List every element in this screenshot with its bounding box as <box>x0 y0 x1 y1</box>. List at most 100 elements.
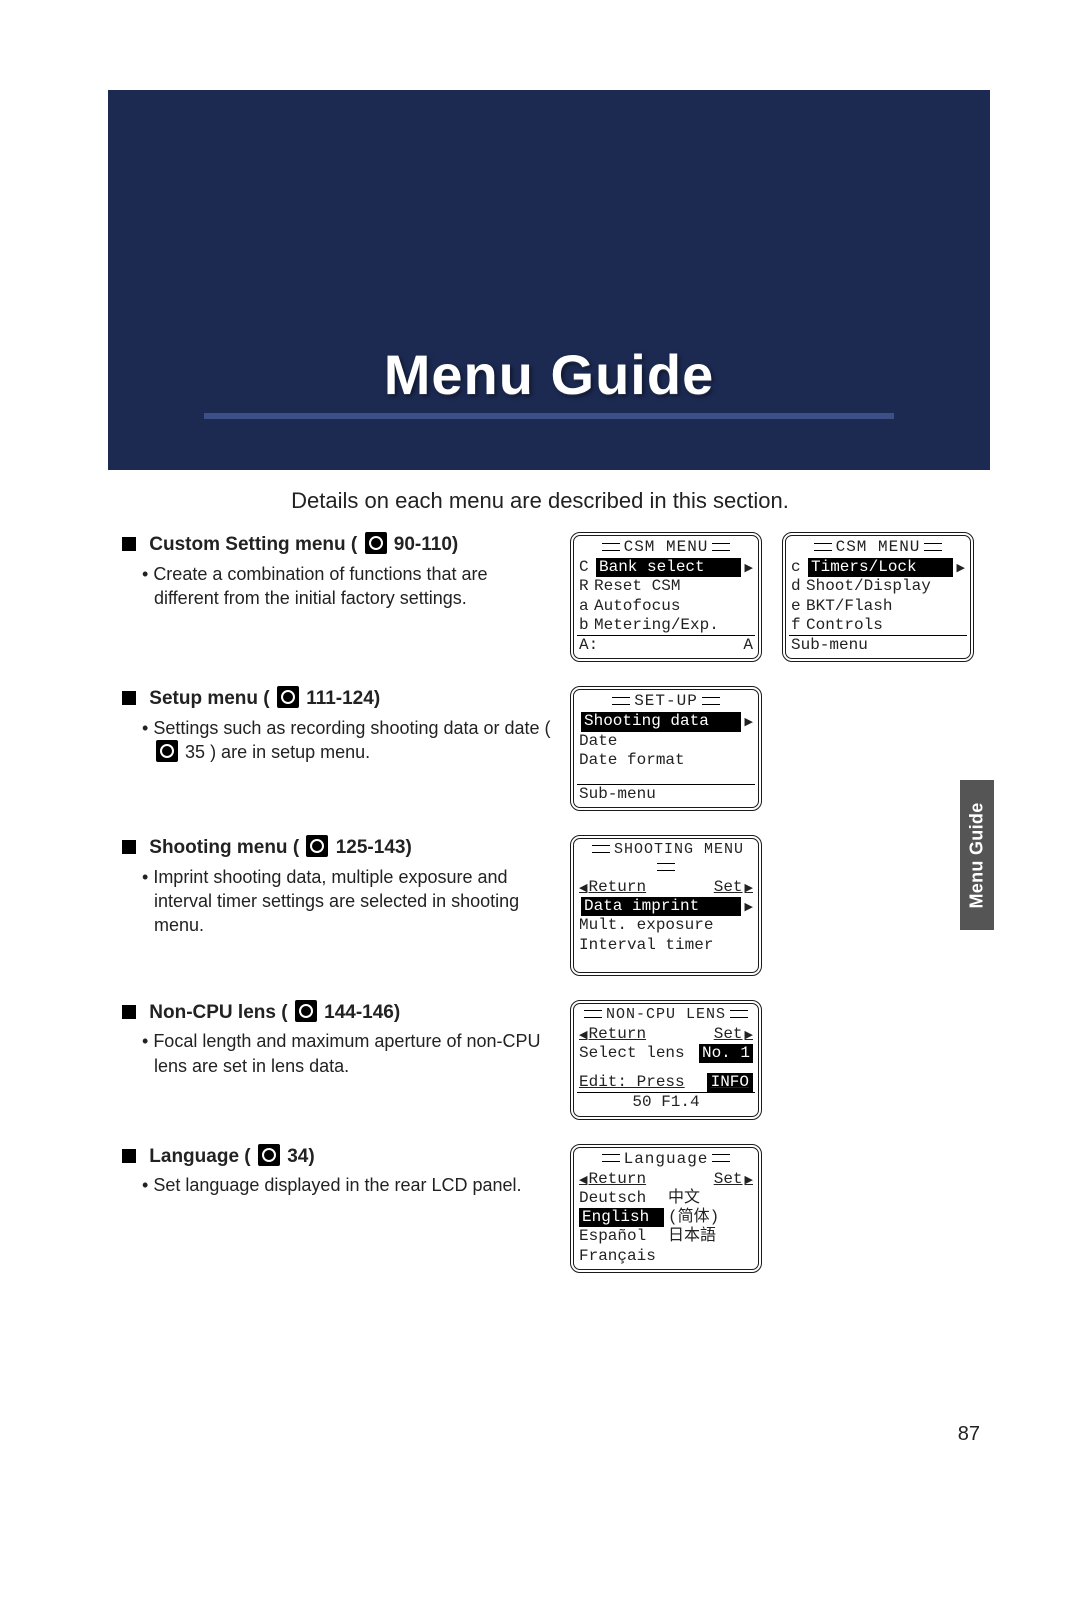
lang-chinese[interactable]: 中文 <box>666 1189 755 1208</box>
text: Custom Setting menu ( <box>149 534 357 555</box>
return-row[interactable]: Return Set <box>577 878 755 897</box>
screen-title: CSM MENU <box>789 538 967 557</box>
menu-item-controls[interactable]: f Controls <box>789 616 967 635</box>
page-ref: 90-110) <box>394 534 458 555</box>
camera-page-icon <box>306 835 328 857</box>
setup-screens: SET-UP Shooting data Date Date format Su… <box>570 686 984 811</box>
menu-item-select-lens[interactable]: Select lens No. 1 <box>577 1044 755 1063</box>
side-tab-label: Menu Guide <box>967 802 988 908</box>
shooting-desc: Imprint shooting data, multiple exposure… <box>142 865 552 938</box>
text: Language ( <box>149 1146 250 1167</box>
lang-chinese-simplified[interactable]: (简体) <box>666 1208 755 1227</box>
return-row[interactable]: Return Set <box>577 1170 755 1189</box>
chevron-right-icon <box>955 558 965 577</box>
menu-item-date-format[interactable]: Date format <box>577 751 755 770</box>
setup-heading: Setup menu ( 111-124) <box>122 686 552 712</box>
page-ref: 125-143) <box>336 837 412 858</box>
lang-japanese[interactable]: 日本語 <box>666 1227 755 1246</box>
page-number: 87 <box>958 1423 980 1446</box>
screen-footer: A: A <box>577 635 755 655</box>
camera-page-icon <box>156 740 178 762</box>
menu-item-timers-lock[interactable]: c Timers/Lock <box>789 558 967 577</box>
text: Setup menu ( <box>149 688 269 709</box>
noncpu-screens: NON-CPU LENS Return Set Select lens No. … <box>570 1000 984 1120</box>
shooting-screens: SHOOTING MENU Return Set Data imprint Mu… <box>570 835 984 976</box>
screen-footer: Sub-menu <box>577 784 755 804</box>
side-tab: Menu Guide <box>960 780 994 930</box>
setup-desc: Settings such as recording shooting data… <box>142 716 552 765</box>
chevron-right-icon <box>743 712 753 731</box>
section-custom: Custom Setting menu ( 90-110) Create a c… <box>122 532 552 662</box>
bullet-square-icon <box>122 691 136 705</box>
chevron-right-icon <box>743 897 753 916</box>
setup-screen: SET-UP Shooting data Date Date format Su… <box>570 686 762 811</box>
noncpu-desc: Focal length and maximum aperture of non… <box>142 1029 552 1078</box>
hero-underline <box>204 413 894 419</box>
section-setup: Setup menu ( 111-124) Settings such as r… <box>122 686 552 811</box>
custom-heading: Custom Setting menu ( 90-110) <box>122 532 552 558</box>
csm-menu-screen-2: CSM MENU c Timers/Lock d Shoot/Display e… <box>782 532 974 662</box>
page-title: Menu Guide <box>204 342 894 407</box>
chevron-right-icon <box>743 878 753 897</box>
edit-hint-row: Edit: Press INFO <box>577 1073 755 1092</box>
menu-item-bank-select[interactable]: C Bank select <box>577 558 755 577</box>
camera-page-icon <box>258 1144 280 1166</box>
camera-page-icon <box>277 686 299 708</box>
page-ref: 144-146) <box>324 1002 400 1023</box>
menu-item-shooting-data[interactable]: Shooting data <box>577 712 755 731</box>
shooting-menu-screen: SHOOTING MENU Return Set Data imprint Mu… <box>570 835 762 976</box>
section-language: Language ( 34) Set language displayed in… <box>122 1144 552 1273</box>
bullet-square-icon <box>122 840 136 854</box>
csm-menu-screen-1: CSM MENU C Bank select R Reset CSM a Aut… <box>570 532 762 662</box>
chevron-left-icon <box>579 1025 588 1044</box>
chevron-right-icon <box>743 558 753 577</box>
section-shooting: Shooting menu ( 125-143) Imprint shootin… <box>122 835 552 976</box>
chevron-right-icon <box>743 1025 753 1044</box>
text: ) are in setup menu. <box>210 742 370 762</box>
lang-deutsch[interactable]: Deutsch <box>577 1189 666 1208</box>
return-row[interactable]: Return Set <box>577 1025 755 1044</box>
text: 35 <box>185 742 205 762</box>
text: Settings such as recording shooting data… <box>153 718 550 738</box>
text: Shooting menu ( <box>149 837 299 858</box>
noncpu-lens-screen: NON-CPU LENS Return Set Select lens No. … <box>570 1000 762 1120</box>
custom-desc: Create a combination of functions that a… <box>142 562 552 611</box>
chevron-right-icon <box>743 1170 753 1189</box>
screen-title: SHOOTING MENU <box>577 841 755 877</box>
custom-screens: CSM MENU C Bank select R Reset CSM a Aut… <box>570 532 984 662</box>
language-screens: Language Return Set Deutsch English Espa… <box>570 1144 984 1273</box>
lang-english[interactable]: English <box>577 1208 666 1227</box>
camera-page-icon <box>365 532 387 554</box>
menu-item-autofocus[interactable]: a Autofocus <box>577 597 755 616</box>
language-heading: Language ( 34) <box>122 1144 552 1170</box>
menu-item-data-imprint[interactable]: Data imprint <box>577 897 755 916</box>
section-noncpu: Non-CPU lens ( 144-146) Focal length and… <box>122 1000 552 1120</box>
lang-francais[interactable]: Français <box>577 1247 666 1266</box>
bullet-square-icon <box>122 1005 136 1019</box>
page-ref: 34) <box>287 1146 314 1167</box>
camera-page-icon <box>295 1000 317 1022</box>
chevron-left-icon <box>579 1170 588 1189</box>
menu-item-shoot-display[interactable]: d Shoot/Display <box>789 577 967 596</box>
lang-espanol[interactable]: Español <box>577 1227 666 1246</box>
chevron-left-icon <box>579 878 588 897</box>
screen-footer: Sub-menu <box>789 635 967 655</box>
screen-title: NON-CPU LENS <box>577 1006 755 1024</box>
menu-item-metering[interactable]: b Metering/Exp. <box>577 616 755 635</box>
text: Non-CPU lens ( <box>149 1002 287 1023</box>
language-desc: Set language displayed in the rear LCD p… <box>142 1173 552 1197</box>
menu-item-interval-timer[interactable]: Interval timer <box>577 936 755 955</box>
noncpu-heading: Non-CPU lens ( 144-146) <box>122 1000 552 1026</box>
language-screen: Language Return Set Deutsch English Espa… <box>570 1144 762 1273</box>
screen-footer: 50 F1.4 <box>577 1092 755 1112</box>
bullet-square-icon <box>122 1149 136 1163</box>
menu-item-bkt-flash[interactable]: e BKT/Flash <box>789 597 967 616</box>
menu-item-date[interactable]: Date <box>577 732 755 751</box>
hero-banner: Menu Guide <box>108 90 990 470</box>
info-badge: INFO <box>707 1073 753 1092</box>
screen-title: CSM MENU <box>577 538 755 557</box>
menu-item-reset-csm[interactable]: R Reset CSM <box>577 577 755 596</box>
screen-title: Language <box>577 1150 755 1169</box>
shooting-heading: Shooting menu ( 125-143) <box>122 835 552 861</box>
menu-item-mult-exposure[interactable]: Mult. exposure <box>577 916 755 935</box>
